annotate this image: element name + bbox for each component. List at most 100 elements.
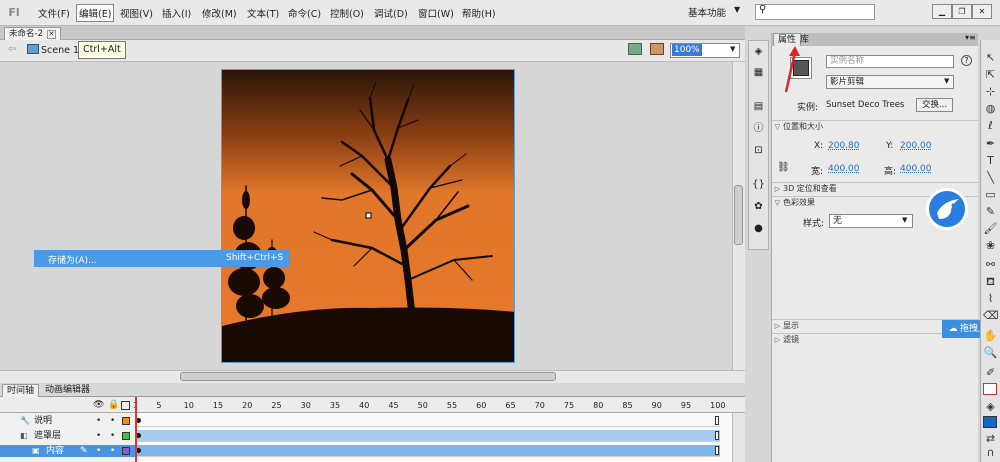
code-snippets-icon[interactable]: {} [751,178,766,191]
maximize-button[interactable]: ❐ [952,4,972,19]
close-tab-icon[interactable]: ✕ [46,30,56,39]
menu-edit[interactable]: 编辑(E) [76,4,115,22]
3d-rotation-tool-icon[interactable]: ◍ [983,102,998,116]
bone-tool-icon[interactable]: ⚯ [983,258,998,272]
menu-modify[interactable]: 修改(M) [200,6,239,20]
eyedropper-tool-icon[interactable]: ⌇ [983,292,998,306]
motion-presets-icon[interactable]: ◈ [751,45,766,58]
swap-button[interactable]: 交换... [916,98,953,112]
pencil-tool-icon[interactable]: ✎ [983,205,998,219]
lock-dot-icon[interactable]: • [110,415,115,427]
end-frame-icon[interactable] [715,416,719,425]
lock-proportions-icon[interactable]: ⛓ [777,162,790,173]
visible-dot-icon[interactable]: • [96,445,101,457]
end-frame-icon[interactable] [715,446,719,455]
fill-color-icon[interactable]: ◈ [983,400,998,414]
menu-file[interactable]: 文件(F) [36,6,72,20]
help-icon[interactable]: ? [961,55,972,66]
layer-name[interactable]: 说明 [34,415,52,427]
edit-symbol-icon[interactable] [650,43,664,55]
snap-to-objects-icon[interactable]: ∩ [983,446,998,460]
menu-help[interactable]: 帮助(H) [460,6,498,20]
edit-scene-icon[interactable] [628,43,642,55]
color-icon[interactable]: ● [751,222,766,235]
workspace-switcher[interactable]: 基本功能 [688,5,726,19]
menu-insert[interactable]: 插入(I) [160,6,193,20]
text-tool-icon[interactable]: T [983,154,998,168]
frame-span[interactable] [135,415,720,427]
menu-window[interactable]: 窗口(W) [416,6,456,20]
frame-span[interactable] [135,445,720,457]
eraser-tool-icon[interactable]: ⌫ [983,309,999,323]
show-all-eye-icon[interactable]: 👁 [93,400,104,410]
outline-all-icon[interactable] [121,401,130,410]
bird-logo-icon[interactable] [926,188,968,230]
layer-outline-color[interactable] [122,447,130,455]
rectangle-tool-icon[interactable]: ▭ [983,188,998,202]
height-value[interactable]: 400.00 [900,164,932,174]
timeline-vertical-scrollbar[interactable] [732,413,745,462]
deco-tool-icon[interactable]: ❀ [983,239,998,253]
lock-dot-icon[interactable]: • [110,430,115,442]
document-tab[interactable]: 未命名-2 ✕ [4,27,61,40]
layer-outline-color[interactable] [122,432,130,440]
line-tool-icon[interactable]: ╲ [983,171,998,185]
free-transform-tool-icon[interactable]: ⊹ [983,85,998,99]
chevron-down-icon[interactable]: ▼ [902,216,907,224]
playhead[interactable] [135,397,137,462]
back-arrow-icon[interactable]: ⇦ [8,44,16,55]
close-button[interactable]: ✕ [972,4,992,19]
help-search-input[interactable] [755,4,875,20]
subselection-tool-icon[interactable]: ⇱ [983,68,998,82]
workspace-dropdown-icon[interactable]: ▼ [734,5,740,14]
info-icon[interactable]: ⓘ [751,122,766,135]
color-style-select[interactable]: 无 [829,214,913,228]
swap-colors-icon[interactable]: ⇄ [983,432,998,446]
align-icon[interactable]: ▤ [751,100,766,113]
minimize-button[interactable]: ▁ [932,4,952,19]
selection-tool-icon[interactable]: ↖ [983,51,998,65]
stage-horizontal-scroll-thumb[interactable] [180,372,556,381]
width-value[interactable]: 400.00 [828,164,860,174]
section-position-size[interactable]: ▽ 位置和大小 [772,120,978,132]
zoom-dropdown-icon[interactable]: ▼ [730,45,735,53]
chevron-down-icon[interactable]: ▼ [944,77,949,85]
menu-control[interactable]: 控制(O) [328,6,366,20]
stage-canvas[interactable] [221,69,515,363]
menu-view[interactable]: 视图(V) [118,6,155,20]
pen-tool-icon[interactable]: ✒ [983,137,998,151]
menu-text[interactable]: 文本(T) [245,6,281,20]
sunset-trees-artwork[interactable] [222,70,515,363]
stroke-color-swatch[interactable] [983,383,997,395]
x-value[interactable]: 200.80 [828,141,860,151]
transform-icon[interactable]: ⊡ [751,144,766,157]
menu-commands[interactable]: 命令(C) [286,6,323,20]
stroke-color-icon[interactable]: ✐ [983,366,998,380]
components-icon[interactable]: ✿ [751,200,766,213]
lasso-tool-icon[interactable]: ℓ [983,119,998,133]
layer-row[interactable]: ▣ 内容 ✎ • • [0,445,135,457]
frame-span[interactable] [135,430,720,442]
scene-label[interactable]: Scene 1 [41,45,79,56]
y-value[interactable]: 200.00 [900,141,932,151]
tab-motion-editor[interactable]: 动画编辑器 [42,384,93,396]
swatches-icon[interactable]: ▦ [751,66,766,79]
stage-vertical-scroll-thumb[interactable] [734,185,743,245]
brush-tool-icon[interactable]: 🖌 [983,222,998,236]
layer-outline-color[interactable] [122,417,130,425]
visible-dot-icon[interactable]: • [96,415,101,427]
symbol-type-select[interactable]: 影片剪辑 [826,75,954,89]
instance-name-input[interactable]: 实例名称 [826,55,954,68]
layer-name[interactable]: 遮罩层 [34,430,61,442]
lock-dot-icon[interactable]: • [110,445,115,457]
panel-menu-icon[interactable]: ▾≡ [965,33,976,42]
fill-color-swatch[interactable] [983,416,997,428]
visible-dot-icon[interactable]: • [96,430,101,442]
hand-tool-icon[interactable]: ✋ [983,329,998,343]
zoom-tool-icon[interactable]: 🔍 [983,346,998,360]
zoom-value[interactable]: 100% [672,44,702,56]
lock-all-icon[interactable]: 🔒 [108,400,119,410]
tab-timeline[interactable]: 时间轴 [2,384,40,397]
layer-row[interactable]: 🔧 说明 • • [0,415,135,427]
layer-row[interactable]: ◧ 遮罩层 • • [0,430,135,442]
